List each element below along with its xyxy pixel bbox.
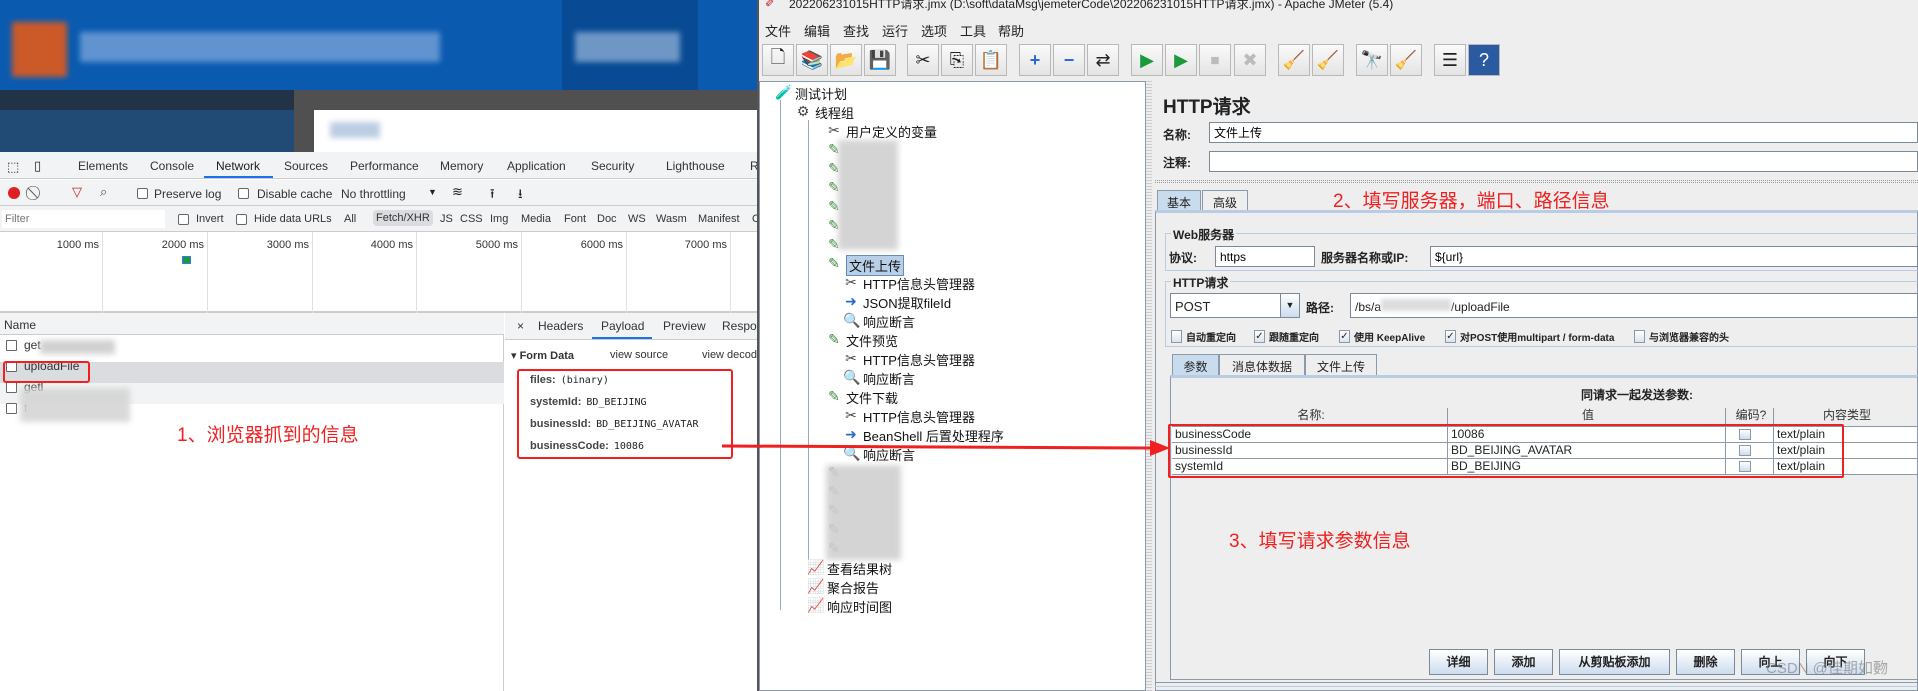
arrow-line	[721, 444, 1153, 450]
annotation-arrow	[721, 440, 1170, 456]
arrow-head	[1150, 440, 1170, 456]
